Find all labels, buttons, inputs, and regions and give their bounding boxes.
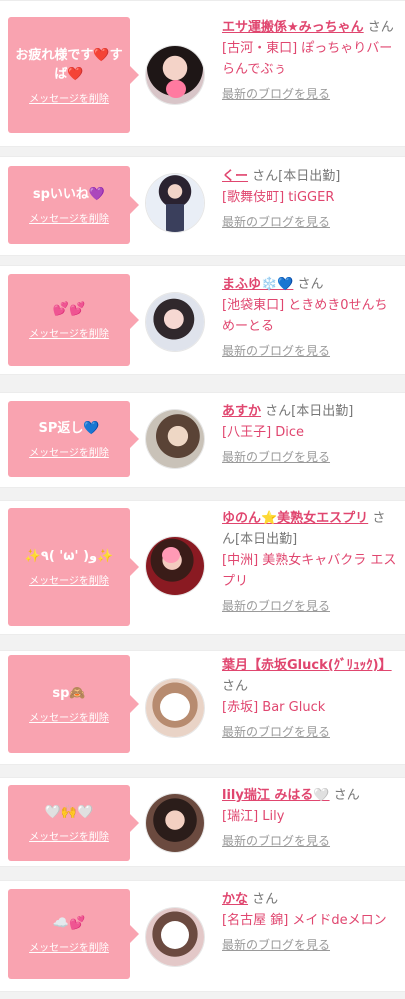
blog-link[interactable]: 最新のブログを見る — [222, 722, 330, 743]
delete-message-link[interactable]: メッセージを削除 — [29, 709, 109, 724]
blog-link[interactable]: 最新のブログを見る — [222, 935, 330, 956]
message-text: sp🙈 — [52, 686, 86, 701]
shop-name[interactable]: [名古屋 錦] メイドdeメロン — [222, 913, 387, 928]
shop-name[interactable]: [歌舞伎町] tiGGER — [222, 190, 334, 205]
message-card: ☁️💕 メッセージを削除 かな さん [名古屋 錦] メイドdeメロン 最新のブ… — [0, 880, 405, 992]
profile-info: エサ運搬係★みっちゃん さん [古河・東口] ぽっちゃりバー らんでぶぅ 最新の… — [222, 17, 398, 105]
cast-name-link[interactable]: エサ運搬係★みっちゃん — [222, 20, 364, 35]
message-card: SP返し💙 メッセージを削除 あすか さん[本日出勤] [八王子] Dice 最… — [0, 392, 405, 488]
cast-name-link[interactable]: lily瑞江 みはる🤍 — [222, 788, 330, 803]
avatar[interactable] — [146, 794, 204, 852]
avatar[interactable] — [146, 908, 204, 966]
uniform-shape — [166, 204, 184, 232]
cast-name-link[interactable]: ゆのん⭐美熟女エスプリ — [222, 511, 368, 526]
message-text: ✨٩( 'ω' )و✨ — [24, 549, 114, 564]
message-bubble: sp🙈 メッセージを削除 — [8, 655, 139, 753]
delete-message-link[interactable]: メッセージを削除 — [29, 828, 109, 843]
honorific: さん — [252, 892, 279, 907]
heart-sticker-icon — [166, 80, 186, 98]
message-card: spいいね💜 メッセージを削除 くー さん[本日出勤] [歌舞伎町] tiGGE… — [0, 156, 405, 256]
profile-info: くー さん[本日出勤] [歌舞伎町] tiGGER 最新のブログを見る — [222, 166, 398, 233]
message-bubble: 💕💕 メッセージを削除 — [8, 274, 139, 366]
blog-link[interactable]: 最新のブログを見る — [222, 596, 330, 617]
cast-name-link[interactable]: くー — [222, 169, 248, 184]
blog-link[interactable]: 最新のブログを見る — [222, 831, 330, 852]
message-card: 🤍🙌🤍 メッセージを削除 lily瑞江 みはる🤍 さん [瑞江] Lily 最新… — [0, 777, 405, 867]
message-text: 🤍🙌🤍 — [44, 805, 94, 820]
delete-message-link[interactable]: メッセージを削除 — [29, 90, 109, 105]
shop-name[interactable]: [赤坂] Bar Gluck — [222, 700, 325, 715]
avatar[interactable] — [146, 174, 204, 232]
profile-info: あすか さん[本日出勤] [八王子] Dice 最新のブログを見る — [222, 401, 398, 468]
message-text: SP返し💙 — [38, 421, 100, 436]
shop-name[interactable]: [八王子] Dice — [222, 425, 304, 440]
message-text: spいいね💜 — [32, 187, 106, 202]
blog-link[interactable]: 最新のブログを見る — [222, 84, 330, 105]
delete-message-link[interactable]: メッセージを削除 — [29, 210, 109, 225]
message-bubble: spいいね💜 メッセージを削除 — [8, 166, 139, 244]
honorific: さん — [367, 20, 394, 35]
cast-name-link[interactable]: かな — [222, 892, 248, 907]
message-text: 💕💕 — [52, 302, 86, 317]
message-bubble: ✨٩( 'ω' )و✨ メッセージを削除 — [8, 508, 139, 626]
honorific: さん — [252, 169, 279, 184]
profile-info: まふゆ❄️💙 さん [池袋東口] ときめき0せんちめーとる 最新のブログを見る — [222, 274, 398, 362]
status-badge: [本日出勤] — [278, 169, 341, 184]
profile-info: 葉月【赤坂Gluck(ｸﾞﾘｭｯｸ)】 さん [赤坂] Bar Gluck 最新… — [222, 655, 398, 743]
message-text: お疲れ様です❤️すば❤️ — [15, 47, 123, 82]
cast-name-link[interactable]: あすか — [222, 404, 261, 419]
avatar[interactable] — [146, 679, 204, 737]
cast-name-link[interactable]: まふゆ❄️💙 — [222, 277, 293, 292]
blog-link[interactable]: 最新のブログを見る — [222, 447, 330, 468]
shop-name[interactable]: [瑞江] Lily — [222, 809, 284, 824]
shop-name[interactable]: [古河・東口] ぽっちゃりバー らんでぶぅ — [222, 41, 392, 77]
shop-name[interactable]: [中洲] 美熟女キャバクラ エスプリ — [222, 553, 396, 589]
blog-link[interactable]: 最新のブログを見る — [222, 212, 330, 233]
honorific: さん — [222, 679, 249, 694]
profile-info: ゆのん⭐美熟女エスプリ さん[本日出勤] [中洲] 美熟女キャバクラ エスプリ … — [222, 508, 398, 617]
profile-info: lily瑞江 みはる🤍 さん [瑞江] Lily 最新のブログを見る — [222, 785, 398, 852]
heart-sticker-icon — [162, 547, 180, 563]
message-bubble: 🤍🙌🤍 メッセージを削除 — [8, 785, 139, 861]
face-cover-icon — [160, 693, 190, 721]
status-badge: [本日出勤] — [235, 532, 298, 547]
honorific: さん — [297, 277, 324, 292]
honorific: さん — [265, 404, 292, 419]
blog-link[interactable]: 最新のブログを見る — [222, 341, 330, 362]
status-badge: [本日出勤] — [291, 404, 354, 419]
message-bubble: SP返し💙 メッセージを削除 — [8, 401, 139, 477]
message-card: 💕💕 メッセージを削除 まふゆ❄️💙 さん [池袋東口] ときめき0せんちめーと… — [0, 265, 405, 375]
message-bubble: お疲れ様です❤️すば❤️ メッセージを削除 — [8, 17, 139, 133]
delete-message-link[interactable]: メッセージを削除 — [29, 444, 109, 459]
delete-message-link[interactable]: メッセージを削除 — [29, 939, 109, 954]
delete-message-link[interactable]: メッセージを削除 — [29, 325, 109, 340]
face-cover-icon — [161, 921, 189, 949]
message-card: お疲れ様です❤️すば❤️ メッセージを削除 エサ運搬係★みっちゃん さん [古河… — [0, 0, 405, 147]
profile-info: かな さん [名古屋 錦] メイドdeメロン 最新のブログを見る — [222, 889, 398, 956]
avatar[interactable] — [146, 293, 204, 351]
message-bubble: ☁️💕 メッセージを削除 — [8, 889, 139, 979]
message-text: ☁️💕 — [52, 916, 86, 931]
honorific: さん — [333, 788, 360, 803]
message-card: sp🙈 メッセージを削除 葉月【赤坂Gluck(ｸﾞﾘｭｯｸ)】 さん [赤坂]… — [0, 650, 405, 765]
cast-name-link[interactable]: 葉月【赤坂Gluck(ｸﾞﾘｭｯｸ)】 — [222, 658, 392, 673]
shop-name[interactable]: [池袋東口] ときめき0せんちめーとる — [222, 298, 388, 334]
delete-message-link[interactable]: メッセージを削除 — [29, 572, 109, 587]
message-card: ✨٩( 'ω' )و✨ メッセージを削除 ゆのん⭐美熟女エスプリ さん[本日出勤… — [0, 500, 405, 635]
avatar[interactable] — [146, 410, 204, 468]
avatar[interactable] — [146, 46, 204, 104]
avatar[interactable] — [146, 537, 204, 595]
